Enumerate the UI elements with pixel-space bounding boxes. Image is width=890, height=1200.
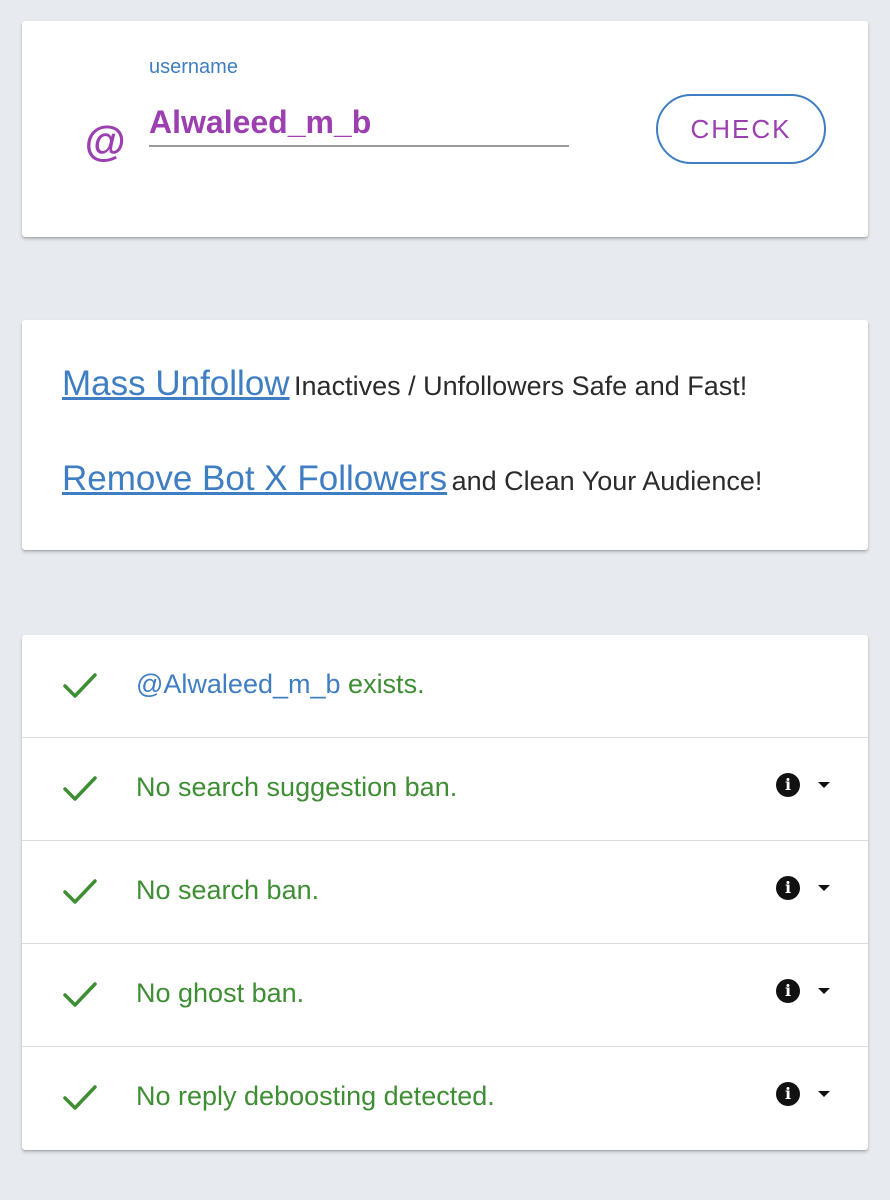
mass-unfollow-description: Inactives / Unfollowers Safe and Fast! [294, 371, 748, 401]
result-text-search-suggestion: No search suggestion ban. [136, 772, 458, 802]
caret-down-icon[interactable] [818, 988, 830, 994]
promo-line-mass-unfollow: Mass Unfollow Inactives / Unfollowers Sa… [62, 364, 747, 404]
checkmark-icon [63, 1085, 97, 1110]
info-icon[interactable]: i [776, 979, 800, 1003]
caret-down-icon[interactable] [818, 1091, 830, 1097]
username-search-card: @ username CHECK [22, 21, 868, 237]
checkmark-icon [63, 982, 97, 1007]
info-icon[interactable]: i [776, 773, 800, 797]
check-button[interactable]: CHECK [656, 94, 826, 164]
result-text-search-ban: No search ban. [136, 875, 320, 905]
info-icon[interactable]: i [776, 1082, 800, 1106]
result-text-ghost-ban: No ghost ban. [136, 978, 305, 1008]
checkmark-icon [63, 879, 97, 904]
result-row-reply-deboosting: No reply deboosting detected. i [22, 1047, 868, 1150]
checkmark-icon [63, 776, 97, 801]
result-row-ghost-ban: No ghost ban. i [22, 944, 868, 1047]
remove-bot-followers-link[interactable]: Remove Bot X Followers [62, 459, 447, 498]
promo-card: Mass Unfollow Inactives / Unfollowers Sa… [22, 320, 868, 550]
result-row-search-ban: No search ban. i [22, 841, 868, 944]
result-exists-suffix: exists. [348, 669, 425, 699]
results-card: @Alwaleed_m_b exists. No search suggesti… [22, 635, 868, 1150]
result-text-reply-deboosting: No reply deboosting detected. [136, 1081, 495, 1111]
promo-line-remove-bots: Remove Bot X Followers and Clean Your Au… [62, 459, 762, 499]
at-sign-icon: @ [84, 118, 125, 165]
username-input[interactable] [149, 99, 569, 147]
username-label: username [149, 56, 238, 78]
caret-down-icon[interactable] [818, 885, 830, 891]
remove-bot-followers-description: and Clean Your Audience! [451, 466, 763, 496]
result-handle: @Alwaleed_m_b [136, 669, 341, 699]
result-text-exists: @Alwaleed_m_b exists. [136, 669, 425, 700]
checkmark-icon [63, 673, 97, 698]
info-icon[interactable]: i [776, 876, 800, 900]
result-row-exists: @Alwaleed_m_b exists. [22, 635, 868, 738]
caret-down-icon[interactable] [818, 782, 830, 788]
result-row-search-suggestion: No search suggestion ban. i [22, 738, 868, 841]
mass-unfollow-link[interactable]: Mass Unfollow [62, 364, 290, 403]
